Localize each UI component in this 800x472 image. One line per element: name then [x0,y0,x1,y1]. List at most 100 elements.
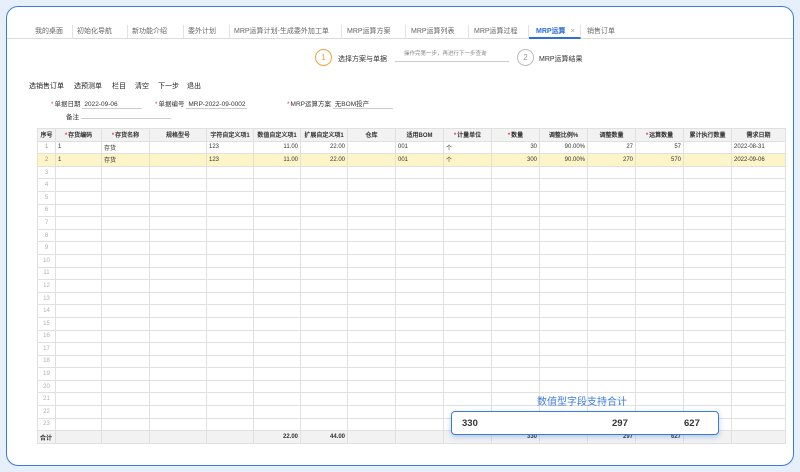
table-cell[interactable] [443,178,492,192]
table-cell[interactable] [55,329,102,344]
table-cell[interactable] [101,253,150,268]
table-cell[interactable] [149,392,207,407]
table-cell[interactable] [395,304,444,318]
table-row[interactable]: 7 [37,216,786,230]
table-cell[interactable] [253,379,301,394]
table-cell[interactable] [253,203,301,218]
table-cell[interactable] [635,291,684,306]
table-cell[interactable] [491,228,540,243]
table-cell[interactable] [539,241,588,255]
table-cell[interactable] [253,354,301,369]
table-row[interactable]: 17 [37,342,786,356]
table-cell[interactable] [206,329,254,344]
table-cell[interactable] [587,266,636,281]
table-cell[interactable]: 9 [37,241,56,255]
table-cell[interactable] [539,165,588,180]
select-sales-order-button[interactable]: 选销售订单 [29,81,64,91]
table-cell[interactable] [539,342,588,356]
table-cell[interactable]: 123 [206,153,254,167]
table-cell[interactable] [149,153,207,167]
table-cell[interactable]: 存货 [101,140,150,155]
table-cell[interactable] [55,279,102,293]
table-cell[interactable]: 17 [37,342,56,356]
col-header[interactable]: 需求日期 [731,128,786,142]
table-cell[interactable] [149,279,207,293]
table-cell[interactable] [491,291,540,306]
table-cell[interactable] [149,203,207,218]
table-cell[interactable] [101,417,150,432]
table-cell[interactable] [635,190,684,205]
table-row[interactable]: 3 [37,165,786,180]
table-cell[interactable] [101,354,150,369]
table-cell[interactable] [206,178,254,192]
table-cell[interactable] [347,253,396,268]
tab-new-features[interactable]: 新功能介绍 [128,25,184,39]
table-cell[interactable] [253,228,301,243]
table-cell[interactable]: 个 [443,153,492,167]
table-row[interactable]: 2 1 存货 123 11.00 22.00 001 个 300 90.00% 270 570 2022… [37,153,786,167]
table-cell[interactable] [347,216,396,230]
table-row[interactable]: 10 [37,253,786,268]
table-row[interactable]: 15 [37,316,786,331]
table-cell[interactable] [587,329,636,344]
table-cell[interactable] [101,367,150,381]
col-header[interactable]: 适用BOM [395,128,444,142]
table-cell[interactable]: 3 [37,165,56,180]
table-cell[interactable] [347,165,396,180]
table-cell[interactable]: 57 [635,140,684,155]
table-cell[interactable] [101,266,150,281]
table-cell[interactable] [101,216,150,230]
table-cell[interactable]: 90.00% [539,140,588,155]
note-input[interactable] [80,118,171,119]
table-cell[interactable] [587,165,636,180]
table-cell[interactable] [149,228,207,243]
table-cell[interactable] [587,203,636,218]
table-cell[interactable] [253,291,301,306]
table-cell[interactable] [539,379,588,394]
table-cell[interactable] [683,216,732,230]
table-cell[interactable] [443,228,492,243]
table-cell[interactable] [395,354,444,369]
table-cell[interactable] [55,241,102,255]
table-cell[interactable] [300,342,348,356]
table-cell[interactable] [149,190,207,205]
table-row[interactable]: 5 [37,190,786,205]
table-cell[interactable] [587,379,636,394]
table-cell[interactable] [683,291,732,306]
table-row[interactable]: 12 [37,279,786,293]
table-cell[interactable] [101,405,150,419]
table-cell[interactable] [731,417,786,432]
table-cell[interactable] [587,342,636,356]
table-cell[interactable]: 1 [55,140,102,155]
table-cell[interactable] [587,241,636,255]
table-cell[interactable] [55,392,102,407]
table-cell[interactable] [206,417,254,432]
table-cell[interactable] [731,165,786,180]
table-cell[interactable] [395,367,444,381]
table-cell[interactable] [253,279,301,293]
table-cell[interactable] [539,228,588,243]
table-cell[interactable] [347,304,396,318]
col-header[interactable]: 序号 [37,128,56,142]
table-cell[interactable] [55,203,102,218]
table-cell[interactable] [347,228,396,243]
table-cell[interactable] [731,291,786,306]
table-cell[interactable] [253,405,301,419]
col-header[interactable]: 扩展自定义项1 [300,128,348,142]
table-cell[interactable]: 300 [491,153,540,167]
col-header[interactable]: *存货编码 [55,128,102,142]
table-cell[interactable] [491,266,540,281]
table-cell[interactable]: 12 [37,279,56,293]
table-cell[interactable] [149,354,207,369]
table-cell[interactable] [101,379,150,394]
table-cell[interactable] [253,178,301,192]
tab-sales-order[interactable]: 销售订单 [581,25,629,39]
table-cell[interactable] [683,241,732,255]
table-cell[interactable] [443,304,492,318]
table-cell[interactable] [587,216,636,230]
table-row[interactable]: 20 [37,379,786,394]
table-cell[interactable] [635,367,684,381]
table-cell[interactable] [300,203,348,218]
table-cell[interactable]: 6 [37,203,56,218]
table-row[interactable]: 8 [37,228,786,243]
